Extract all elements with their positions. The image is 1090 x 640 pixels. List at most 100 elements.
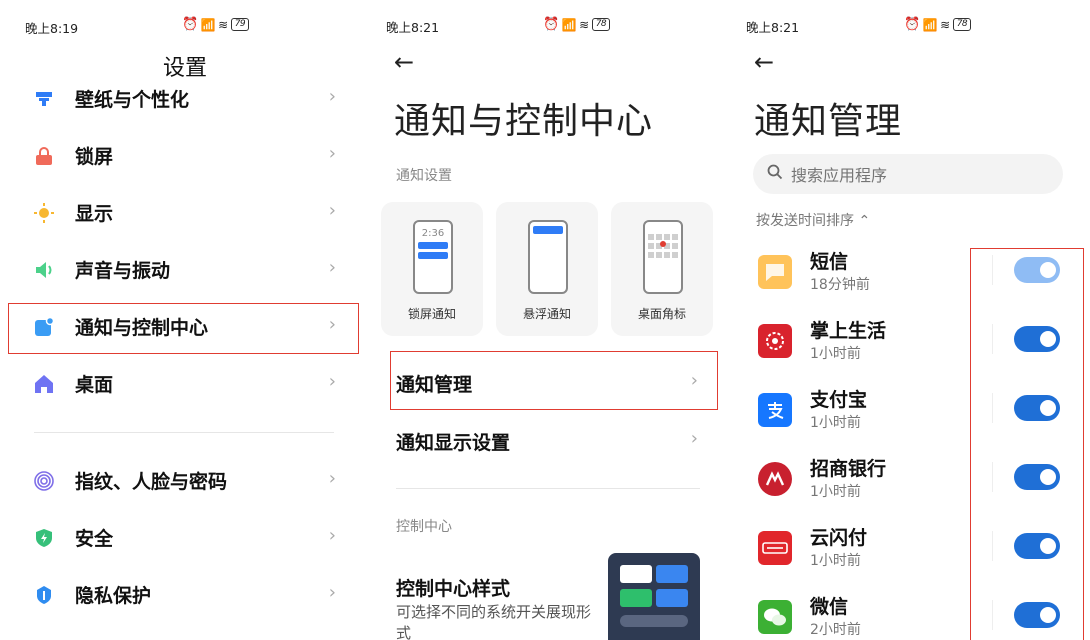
chevron-right-icon: › [328,582,336,603]
highlight-box [970,248,1084,640]
highlight-box [8,303,359,354]
settings-item-desktop[interactable]: 桌面 › [0,357,360,413]
settings-item-security[interactable]: 安全 › [0,511,360,567]
search-bar[interactable] [753,154,1063,194]
status-time: 晚上8:19 [25,21,79,36]
phone-preview [528,220,568,294]
notification-bar [418,242,448,249]
wechat-icon [758,600,792,634]
phone-time: 2:36 [421,228,445,239]
section-header: 控制中心 [396,519,452,535]
chevron-right-icon: › [328,468,336,489]
chevron-right-icon: › [328,371,336,392]
chevron-right-icon: › [328,86,336,107]
settings-item-display[interactable]: 显示 › [0,186,360,242]
settings-item-sound[interactable]: 声音与振动 › [0,243,360,299]
wifi-icon: ≋ [940,17,950,32]
battery-icon: 79 [230,18,250,31]
palette-icon [36,92,52,106]
privacy-icon [37,586,51,604]
settings-item-label: 锁屏 [75,146,114,168]
signal-icon: 📶 [922,17,938,32]
status-icons: ⏰ 📶 ≋ 79 [182,17,250,32]
notification-control-panel: 晚上8:21 ⏰ 📶 ≋ 78 ← 通知与控制中心 通知设置 2:36 锁屏通知… [360,0,720,640]
settings-item-wallpaper[interactable]: 壁纸与个性化 › [0,72,360,128]
page-title: 通知管理 [754,101,903,142]
settings-item-privacy[interactable]: 隐私保护 › [0,568,360,624]
status-time: 晚上8:21 [746,20,800,35]
card-label: 锁屏通知 [407,307,456,321]
preview-tile [620,589,652,607]
settings-panel: 晚上8:19 ⏰ 📶 ≋ 79 设置 壁纸与个性化 › 锁屏 › 显示 › 声音… [0,0,360,640]
section-header: 通知设置 [396,168,452,184]
speaker-icon [36,262,52,278]
phone-preview: 2:36 [413,220,453,294]
app-time: 1小时前 [810,484,861,500]
control-style-title: 控制中心样式 [396,578,511,600]
battery-icon: 78 [952,18,972,31]
home-icon [35,375,53,393]
app-name: 支付宝 [810,389,868,411]
settings-item-label: 声音与振动 [75,260,171,282]
chevron-right-icon: › [328,200,336,221]
search-icon [767,164,783,180]
notification-management-panel: 晚上8:21 ⏰ 📶 ≋ 78 ← 通知管理 按发送时间排序 ⌃ 短信 18分钟… [720,0,1090,640]
card-label: 悬浮通知 [522,307,571,321]
status-icons: ⏰ 📶 ≋ 78 [543,17,611,32]
alarm-icon: ⏰ [182,17,198,32]
badge-notification-card[interactable]: 桌面角标 [611,202,713,336]
settings-item-label: 隐私保护 [75,585,152,607]
settings-item-label: 壁纸与个性化 [75,89,190,111]
app-name: 微信 [810,596,849,618]
app-name: 云闪付 [810,527,868,549]
chevron-right-icon: › [328,257,336,278]
preview-tile [620,615,688,627]
sun-icon [34,203,54,223]
app-name: 掌上生活 [810,320,887,342]
control-style-desc: 可选择不同的系统开关展现形式 [396,603,592,640]
settings-item-fingerprint[interactable]: 指纹、人脸与密码 › [0,454,360,510]
chevron-right-icon: › [328,525,336,546]
zhangshang-icon [758,324,792,358]
alipay-icon [758,393,792,427]
wifi-icon: ≋ [579,17,589,32]
divider [396,488,700,489]
back-arrow-icon[interactable]: ← [754,48,774,76]
fingerprint-icon [34,471,54,491]
signal-icon: 📶 [200,17,216,32]
sort-selector[interactable]: 按发送时间排序 ⌃ [756,210,870,230]
shield-icon [36,529,52,547]
chevron-right-icon: › [328,143,336,164]
unionpay-icon [758,531,792,565]
highlight-box [390,351,718,410]
app-name: 招商银行 [810,458,887,480]
settings-item-lockscreen[interactable]: 锁屏 › [0,129,360,185]
cmb-icon [758,462,792,496]
lockscreen-notification-card[interactable]: 2:36 锁屏通知 [381,202,483,336]
preview-tile [656,589,688,607]
notification-bar [418,252,448,259]
battery-icon: 78 [591,18,611,31]
menu-label: 通知显示设置 [396,432,511,454]
app-grid-icon [648,234,678,258]
preview-tile [656,565,688,583]
wifi-icon: ≋ [218,17,228,32]
settings-item-label: 指纹、人脸与密码 [75,471,228,493]
back-arrow-icon[interactable]: ← [394,48,414,76]
search-input[interactable] [789,160,1043,190]
signal-icon: 📶 [561,17,577,32]
preview-tile [620,565,652,583]
page-title: 通知与控制中心 [394,101,654,142]
card-label: 桌面角标 [637,307,686,321]
app-time: 1小时前 [810,346,861,362]
settings-item-label: 安全 [75,528,114,550]
chevron-right-icon: › [690,428,698,449]
notification-bar [533,226,563,234]
floating-notification-card[interactable]: 悬浮通知 [496,202,598,336]
control-center-preview [608,553,700,640]
alarm-icon: ⏰ [904,17,920,32]
phone-preview [643,220,683,294]
menu-notification-display[interactable]: 通知显示设置 › [360,410,720,468]
app-name: 短信 [810,251,849,273]
sms-icon [758,255,792,289]
